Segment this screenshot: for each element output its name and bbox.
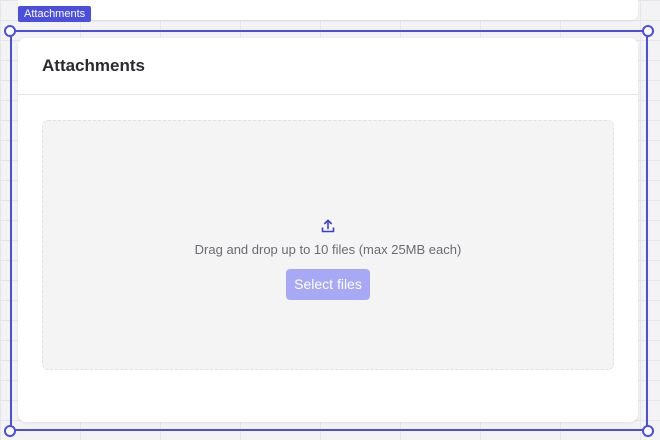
panel-header: Attachments bbox=[18, 38, 638, 95]
resize-handle-top-right[interactable] bbox=[642, 25, 654, 37]
selection-label: Attachments bbox=[18, 6, 92, 22]
attachments-panel: Attachments Drag and drop up to 10 files… bbox=[18, 38, 638, 422]
resize-handle-bottom-right[interactable] bbox=[642, 425, 654, 437]
resize-handle-top-left[interactable] bbox=[4, 25, 16, 37]
file-dropzone[interactable]: Drag and drop up to 10 files (max 25MB e… bbox=[42, 120, 614, 370]
previous-card bbox=[18, 0, 638, 20]
dropzone-instructions: Drag and drop up to 10 files (max 25MB e… bbox=[194, 242, 462, 257]
resize-handle-bottom-left[interactable] bbox=[4, 425, 16, 437]
panel-title: Attachments bbox=[42, 56, 145, 75]
upload-icon bbox=[321, 219, 335, 233]
select-files-button[interactable]: Select files bbox=[286, 269, 370, 300]
